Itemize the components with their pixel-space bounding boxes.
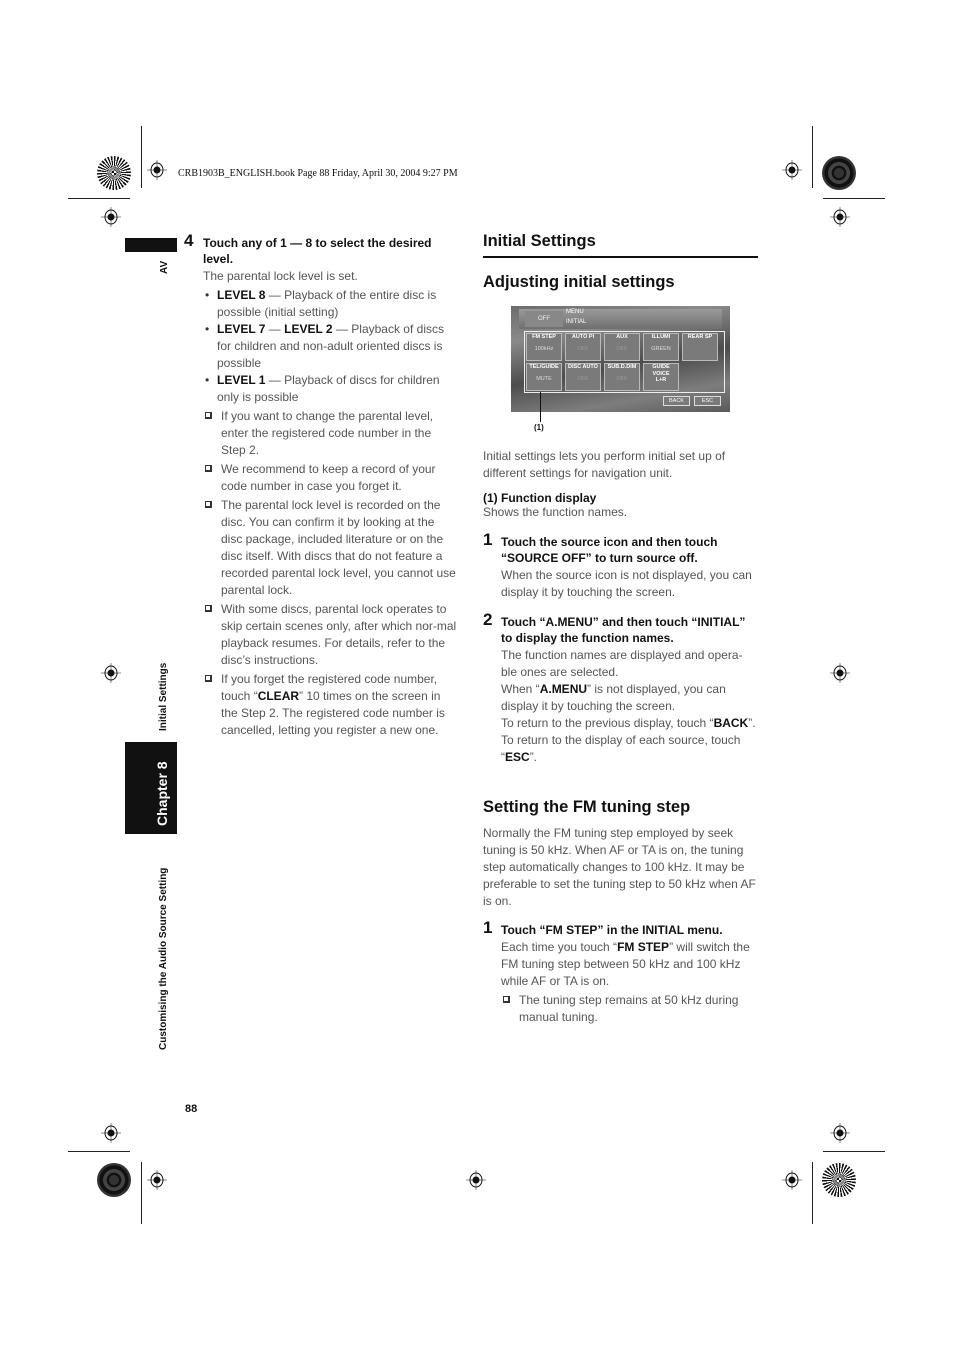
registration-starburst-icon: [97, 156, 131, 190]
note-item: The parental lock level is recorded on t…: [203, 497, 459, 599]
crop-mark: [812, 1162, 813, 1224]
crop-mark: [823, 198, 885, 199]
notes-list: If you want to change the parental level…: [203, 408, 459, 739]
screen-esc-button: ESC: [694, 396, 721, 406]
step-4-block: Touch any of 1 — 8 to select the desired…: [203, 233, 459, 739]
registration-starburst-icon: [97, 1163, 131, 1197]
screen-fn-button: FM STEP 100kHz: [526, 333, 562, 361]
note-checkbox-icon: [503, 996, 510, 1003]
screen-fn-button: ILLUMI GREEN: [643, 333, 679, 361]
side-section-label: Initial Settings: [158, 662, 169, 731]
section-rule: [483, 256, 758, 258]
registration-target-icon: [830, 207, 850, 227]
step-title: Touch “A.MENU” and then touch “INITIAL” …: [501, 615, 746, 645]
note-checkbox-icon: [205, 675, 212, 682]
note-item: If you want to change the parental level…: [203, 408, 459, 459]
registration-target-icon: [830, 663, 850, 683]
registration-target-icon: [101, 663, 121, 683]
screen-fn-button: GUIDE VOICE L+R: [643, 363, 679, 391]
section-title: Initial Settings: [483, 232, 596, 250]
subsection-title: Adjusting initial settings: [483, 273, 675, 291]
screen-initial-label: INITIAL: [566, 319, 587, 325]
intro-text: Initial settings lets you perform initia…: [483, 449, 726, 480]
registration-target-icon: [101, 207, 121, 227]
note-checkbox-icon: [205, 605, 212, 612]
callout-line: [540, 392, 541, 422]
crop-mark: [141, 1162, 142, 1224]
crop-mark: [812, 126, 813, 188]
callout-label: (1): [534, 423, 544, 432]
registration-target-icon: [147, 1170, 167, 1190]
step-number: 1: [483, 918, 493, 937]
list-item: LEVEL 1 — Playback of discs for children…: [203, 372, 459, 406]
print-header: CRB1903B_ENGLISH.book Page 88 Friday, Ap…: [178, 168, 458, 179]
list-item: LEVEL 8 — Playback of the entire disc is…: [203, 287, 459, 321]
crop-mark: [68, 198, 130, 199]
note-item: With some discs, parental lock operates …: [203, 601, 459, 669]
notes-list: The tuning step remains at 50 kHz during…: [501, 992, 758, 1026]
screen-back-button: BACK: [663, 396, 690, 406]
note-item: We recommend to keep a record of your co…: [203, 461, 459, 495]
screen-fn-button: SUB.D.DIM OFF: [604, 363, 640, 391]
step-number: 1: [483, 530, 493, 549]
screen-fn-button: AUX OFF: [604, 333, 640, 361]
crop-mark: [823, 1151, 885, 1152]
crop-mark: [68, 1151, 130, 1152]
note-item: If you forget the registered code number…: [203, 671, 459, 739]
registration-target-icon: [147, 160, 167, 180]
note-checkbox-icon: [205, 501, 212, 508]
step-body: When the source icon is not displayed, y…: [501, 568, 752, 599]
step-body: The parental lock level is set.: [203, 269, 358, 283]
list-item: LEVEL 7 — LEVEL 2 — Playback of discs fo…: [203, 321, 459, 372]
step-body: When “A.MENU” is not displayed, you can …: [501, 682, 726, 713]
registration-target-icon: [782, 1170, 802, 1190]
registration-target-icon: [466, 1170, 486, 1190]
av-label: AV: [159, 260, 170, 274]
step-body: Each time you touch “FM STEP” will switc…: [501, 940, 750, 988]
screen-menu-label: MENU: [566, 309, 584, 315]
step-number: 4: [184, 231, 194, 250]
step-body: To return to the previous display, touch…: [501, 716, 756, 730]
screen-off-button: OFF: [525, 311, 563, 327]
fm-intro-text: Normally the FM tuning step employed by …: [483, 826, 756, 908]
level-list: LEVEL 8 — Playback of the entire disc is…: [203, 287, 459, 406]
av-tab-bar: [125, 238, 177, 252]
note-checkbox-icon: [205, 412, 212, 419]
step-body: The function names are displayed and ope…: [501, 648, 743, 679]
screen-fn-button: REAR SP: [682, 333, 718, 361]
initial-menu-screenshot: OFF MENU INITIAL FM STEP 100kHz AUTO PI OF…: [511, 306, 730, 412]
registration-target-icon: [782, 160, 802, 180]
chapter-title-label: Customising the Audio Source Setting: [158, 867, 169, 1050]
step-body: To return to the display of each source,…: [501, 733, 741, 764]
screen-fn-button: TEL/GUIDE MUTE: [526, 363, 562, 391]
function-display-body: Shows the function names.: [483, 505, 628, 519]
registration-starburst-icon: [822, 1163, 856, 1197]
registration-target-icon: [830, 1123, 850, 1143]
crop-mark: [141, 126, 142, 188]
screen-fn-button: AUTO PI OFF: [565, 333, 601, 361]
registration-starburst-icon: [822, 156, 856, 190]
step-1-block: Touch the source icon and then touch “SO…: [501, 534, 758, 601]
step-title: Touch the source icon and then touch “SO…: [501, 535, 718, 565]
screen-fn-button: DISC AUTO OFF: [565, 363, 601, 391]
note-checkbox-icon: [205, 465, 212, 472]
step-title: Touch any of 1 — 8 to select the desired…: [203, 236, 432, 266]
registration-target-icon: [101, 1123, 121, 1143]
step-title: Touch “FM STEP” in the INITIAL menu.: [501, 923, 723, 937]
chapter-label: Chapter 8: [154, 761, 170, 826]
subsection-title: Setting the FM tuning step: [483, 798, 691, 816]
note-item: The tuning step remains at 50 kHz during…: [501, 992, 758, 1026]
fm-step-1-block: Touch “FM STEP” in the INITIAL menu. Eac…: [501, 922, 758, 1026]
page-number: 88: [185, 1103, 198, 1115]
step-2-block: Touch “A.MENU” and then touch “INITIAL” …: [501, 614, 758, 766]
step-number: 2: [483, 610, 493, 629]
